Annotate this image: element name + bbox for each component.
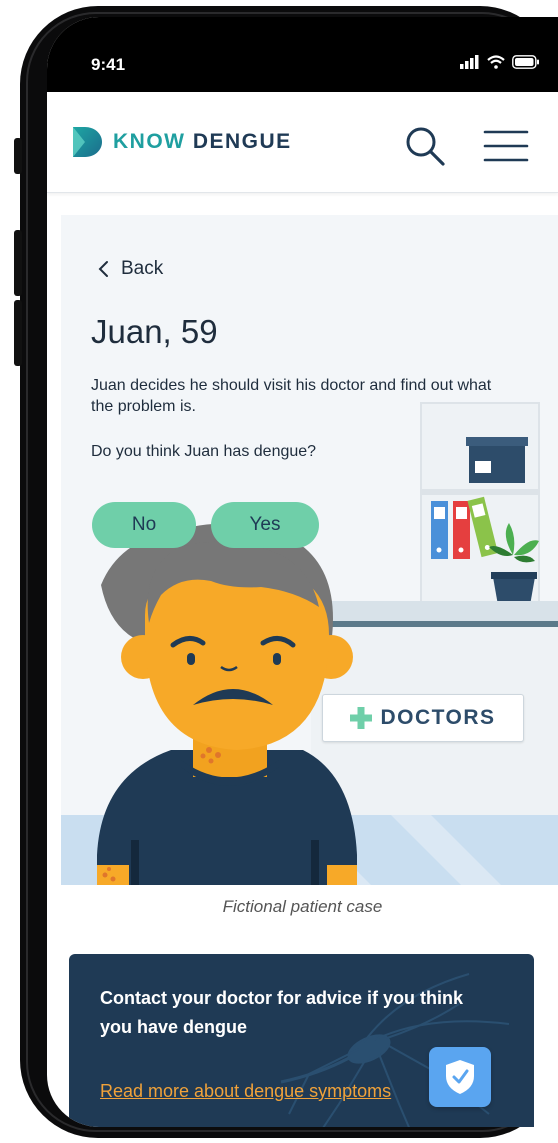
status-icons <box>460 55 540 69</box>
back-link[interactable]: Back <box>97 258 163 280</box>
signal-icon <box>460 55 479 69</box>
logo-know-text: KNOW <box>113 130 186 153</box>
chevron-left-icon <box>98 261 108 277</box>
phone-volume-down <box>14 300 22 366</box>
site-logo[interactable]: KNOW DENGUE <box>71 125 292 159</box>
doctors-sign: DOCTORS <box>322 694 524 742</box>
patient-case-card: Back Juan, 59 Juan decides he should vis… <box>61 215 558 885</box>
page-title: Juan, 59 <box>91 313 218 350</box>
shield-check-icon <box>446 1060 474 1094</box>
logo-dengue-text: DENGUE <box>192 130 292 153</box>
back-label: Back <box>121 258 164 279</box>
case-description: Juan decides he should visit his doctor … <box>91 377 492 415</box>
dengue-symptoms-link[interactable]: Read more about dengue symptoms <box>100 1081 391 1102</box>
doctors-sign-label: DOCTORS <box>380 706 496 729</box>
banner-title: Contact your doctor for advice if you th… <box>100 988 464 1037</box>
image-caption: Fictional patient case <box>222 897 383 916</box>
answer-no-button[interactable]: No <box>92 502 196 548</box>
phone-volume-up <box>14 230 22 296</box>
answer-yes-button[interactable]: Yes <box>211 502 319 548</box>
status-time: 9:41 <box>91 55 126 74</box>
phone-screen: 9:41 KNOW DENGUE Back Juan, 59 Juan deci… <box>47 17 558 1127</box>
logo-mark-icon <box>73 127 102 157</box>
case-question: Do you think Juan has dengue? <box>91 443 317 460</box>
shield-button[interactable] <box>429 1047 491 1107</box>
battery-icon <box>512 55 539 69</box>
search-icon[interactable] <box>403 124 447 168</box>
site-header: KNOW DENGUE <box>47 92 558 193</box>
hamburger-menu-icon[interactable] <box>483 126 529 166</box>
wifi-icon <box>487 55 505 69</box>
phone-mute-switch <box>14 138 22 174</box>
medical-cross-icon <box>350 707 373 729</box>
status-bar: 9:41 <box>47 17 558 92</box>
